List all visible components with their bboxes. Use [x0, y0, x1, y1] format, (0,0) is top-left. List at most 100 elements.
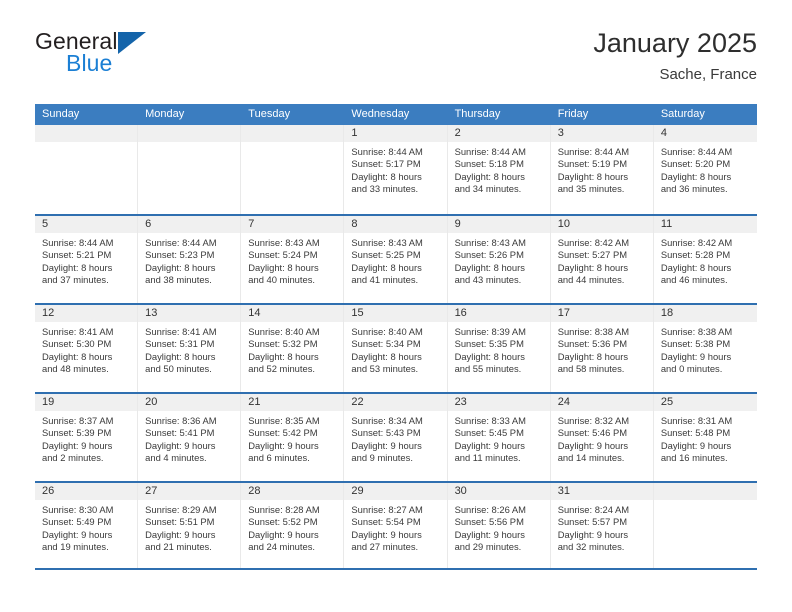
calendar-day-cell[interactable]: 5 Sunrise: 8:44 AM Sunset: 5:21 PM Daylight…: [35, 216, 139, 303]
calendar-day-cell[interactable]: 31 Sunrise: 8:24 AM Sunset: 5:57 PM Dayligh…: [550, 483, 654, 568]
sunset-text: Sunset: 5:57 PM: [557, 516, 628, 528]
daylight-text-line2: and 11 minutes.: [454, 452, 521, 464]
day-details: Sunrise: 8:44 AM Sunset: 5:18 PM Daylight:…: [448, 142, 550, 196]
sunrise-text: Sunrise: 8:34 AM: [351, 415, 423, 426]
calendar-day-cell[interactable]: 20 Sunrise: 8:36 AM Sunset: 5:41 PM Dayligh…: [138, 394, 242, 481]
day-details: Sunrise: 8:27 AM Sunset: 5:54 PM Daylight:…: [344, 500, 446, 554]
day-details: Sunrise: 8:41 AM Sunset: 5:31 PM Daylight:…: [138, 322, 240, 376]
calendar-week-row: 19 Sunrise: 8:37 AM Sunset: 5:39 PM Dayligh…: [35, 392, 757, 481]
daylight-text-line2: and 36 minutes.: [660, 183, 728, 195]
sunrise-text: Sunrise: 8:44 AM: [454, 146, 526, 157]
calendar-day-cell[interactable]: 8 Sunrise: 8:43 AM Sunset: 5:25 PM Daylight…: [344, 216, 448, 303]
sunrise-text: Sunrise: 8:44 AM: [557, 146, 630, 157]
calendar-day-cell[interactable]: 7 Sunrise: 8:43 AM Sunset: 5:24 PM Daylight…: [241, 216, 345, 303]
day-of-week-saturday: Saturday: [660, 108, 705, 120]
sunrise-text: Sunrise: 8:44 AM: [42, 237, 114, 248]
calendar-day-cell[interactable]: 2 Sunrise: 8:44 AM Sunset: 5:18 PM Daylight…: [447, 125, 551, 214]
sunrise-text: Sunrise: 8:43 AM: [351, 237, 423, 248]
day-details: Sunrise: 8:38 AM Sunset: 5:36 PM Daylight:…: [551, 322, 653, 376]
sunset-text: Sunset: 5:43 PM: [351, 427, 421, 439]
sunrise-text: Sunrise: 8:32 AM: [557, 415, 630, 426]
daylight-text-line2: and 21 minutes.: [145, 541, 212, 553]
day-details: Sunrise: 8:29 AM Sunset: 5:51 PM Daylight:…: [138, 500, 240, 554]
calendar-day-cell[interactable]: 9 Sunrise: 8:43 AM Sunset: 5:26 PM Daylight…: [447, 216, 551, 303]
sunset-text: Sunset: 5:52 PM: [248, 516, 318, 528]
calendar-day-cell[interactable]: 1 Sunrise: 8:44 AM Sunset: 5:17 PM Daylight…: [344, 125, 448, 214]
sunrise-text: Sunrise: 8:24 AM: [557, 504, 630, 515]
day-details: Sunrise: 8:40 AM Sunset: 5:32 PM Daylight:…: [241, 322, 343, 376]
daylight-text-line2: and 0 minutes.: [660, 363, 723, 375]
day-details: Sunrise: 8:26 AM Sunset: 5:56 PM Daylight:…: [448, 500, 550, 554]
daylight-text-line2: and 46 minutes.: [660, 274, 728, 286]
calendar-day-cell[interactable]: 28 Sunrise: 8:28 AM Sunset: 5:52 PM Dayligh…: [241, 483, 345, 568]
sunset-text: Sunset: 5:46 PM: [557, 427, 628, 439]
calendar-day-cell[interactable]: 6 Sunrise: 8:44 AM Sunset: 5:23 PM Daylight…: [138, 216, 242, 303]
daylight-text-line2: and 9 minutes.: [351, 452, 413, 464]
day-of-week-tuesday: Tuesday: [248, 108, 291, 120]
calendar-day-cell[interactable]: 18 Sunrise: 8:38 AM Sunset: 5:38 PM Dayligh…: [653, 305, 757, 392]
daylight-text-line2: and 24 minutes.: [248, 541, 315, 553]
sunset-text: Sunset: 5:25 PM: [351, 249, 421, 261]
generalblue-logo[interactable]: General Blue: [35, 26, 165, 84]
calendar-day-cell[interactable]: 24 Sunrise: 8:32 AM Sunset: 5:46 PM Dayligh…: [550, 394, 654, 481]
day-number: 31: [550, 483, 653, 500]
calendar-day-cell-empty: [35, 125, 139, 214]
sunset-text: Sunset: 5:35 PM: [454, 338, 524, 350]
sunset-text: Sunset: 5:19 PM: [557, 158, 628, 170]
day-details: Sunrise: 8:44 AM Sunset: 5:19 PM Daylight:…: [551, 142, 653, 196]
daylight-text-line2: and 41 minutes.: [351, 274, 419, 286]
calendar-day-cell[interactable]: 25 Sunrise: 8:31 AM Sunset: 5:48 PM Dayligh…: [653, 394, 757, 481]
calendar-day-cell[interactable]: 30 Sunrise: 8:26 AM Sunset: 5:56 PM Dayligh…: [447, 483, 551, 568]
calendar-day-cell[interactable]: 23 Sunrise: 8:33 AM Sunset: 5:45 PM Dayligh…: [447, 394, 551, 481]
calendar-day-cell[interactable]: 10 Sunrise: 8:42 AM Sunset: 5:27 PM Dayligh…: [550, 216, 654, 303]
daylight-text-line2: and 6 minutes.: [248, 452, 310, 464]
daylight-text-line2: and 27 minutes.: [351, 541, 419, 553]
calendar-day-cell[interactable]: 11 Sunrise: 8:42 AM Sunset: 5:28 PM Dayligh…: [653, 216, 757, 303]
calendar-day-cell[interactable]: 14 Sunrise: 8:40 AM Sunset: 5:32 PM Dayligh…: [241, 305, 345, 392]
sunset-text: Sunset: 5:45 PM: [454, 427, 524, 439]
day-details: Sunrise: 8:44 AM Sunset: 5:21 PM Daylight:…: [35, 233, 137, 287]
day-number: [138, 125, 241, 142]
day-number: [653, 483, 757, 500]
daylight-text-line1: Daylight: 9 hours: [42, 439, 113, 451]
day-number: 21: [241, 394, 344, 411]
sunrise-text: Sunrise: 8:44 AM: [351, 146, 423, 157]
day-details: Sunrise: 8:37 AM Sunset: 5:39 PM Daylight:…: [35, 411, 137, 465]
calendar-day-cell[interactable]: 15 Sunrise: 8:40 AM Sunset: 5:34 PM Dayligh…: [344, 305, 448, 392]
day-details: Sunrise: 8:38 AM Sunset: 5:38 PM Daylight:…: [654, 322, 757, 376]
sunset-text: Sunset: 5:48 PM: [660, 427, 731, 439]
day-details: Sunrise: 8:36 AM Sunset: 5:41 PM Daylight:…: [138, 411, 240, 465]
calendar-day-cell[interactable]: 3 Sunrise: 8:44 AM Sunset: 5:19 PM Daylight…: [550, 125, 654, 214]
calendar-day-cell[interactable]: 19 Sunrise: 8:37 AM Sunset: 5:39 PM Dayligh…: [35, 394, 139, 481]
calendar-day-cell[interactable]: 17 Sunrise: 8:38 AM Sunset: 5:36 PM Dayligh…: [550, 305, 654, 392]
calendar-day-cell[interactable]: 21 Sunrise: 8:35 AM Sunset: 5:42 PM Dayligh…: [241, 394, 345, 481]
daylight-text-line1: Daylight: 8 hours: [454, 261, 525, 273]
calendar-day-cell[interactable]: 22 Sunrise: 8:34 AM Sunset: 5:43 PM Dayligh…: [344, 394, 448, 481]
sunrise-text: Sunrise: 8:33 AM: [454, 415, 526, 426]
day-number: 8: [344, 216, 447, 233]
calendar-day-cell[interactable]: 12 Sunrise: 8:41 AM Sunset: 5:30 PM Dayligh…: [35, 305, 139, 392]
calendar-day-cell[interactable]: 27 Sunrise: 8:29 AM Sunset: 5:51 PM Dayligh…: [138, 483, 242, 568]
calendar-day-cell[interactable]: 4 Sunrise: 8:44 AM Sunset: 5:20 PM Daylight…: [653, 125, 757, 214]
calendar-day-cell[interactable]: 29 Sunrise: 8:27 AM Sunset: 5:54 PM Dayligh…: [344, 483, 448, 568]
sunrise-text: Sunrise: 8:42 AM: [557, 237, 630, 248]
day-number: 4: [653, 125, 757, 142]
calendar-weeks: 1 Sunrise: 8:44 AM Sunset: 5:17 PM Daylight…: [35, 125, 757, 570]
day-number: 13: [138, 305, 241, 322]
calendar-day-cell-empty: [241, 125, 345, 214]
sunrise-text: Sunrise: 8:41 AM: [145, 326, 217, 337]
day-number: 12: [35, 305, 138, 322]
day-details: Sunrise: 8:35 AM Sunset: 5:42 PM Daylight:…: [241, 411, 343, 465]
sunrise-text: Sunrise: 8:28 AM: [248, 504, 320, 515]
day-of-week-wednesday: Wednesday: [351, 108, 410, 120]
sunrise-text: Sunrise: 8:40 AM: [351, 326, 423, 337]
sunrise-text: Sunrise: 8:38 AM: [660, 326, 733, 337]
daylight-text-line2: and 34 minutes.: [454, 183, 522, 195]
sunset-text: Sunset: 5:30 PM: [42, 338, 112, 350]
daylight-text-line1: Daylight: 9 hours: [248, 528, 319, 540]
sunrise-text: Sunrise: 8:31 AM: [660, 415, 733, 426]
daylight-text-line1: Daylight: 8 hours: [145, 261, 216, 273]
calendar-day-cell[interactable]: 13 Sunrise: 8:41 AM Sunset: 5:31 PM Dayligh…: [138, 305, 242, 392]
calendar-day-cell[interactable]: 16 Sunrise: 8:39 AM Sunset: 5:35 PM Dayligh…: [447, 305, 551, 392]
calendar-day-cell[interactable]: 26 Sunrise: 8:30 AM Sunset: 5:49 PM Dayligh…: [35, 483, 139, 568]
